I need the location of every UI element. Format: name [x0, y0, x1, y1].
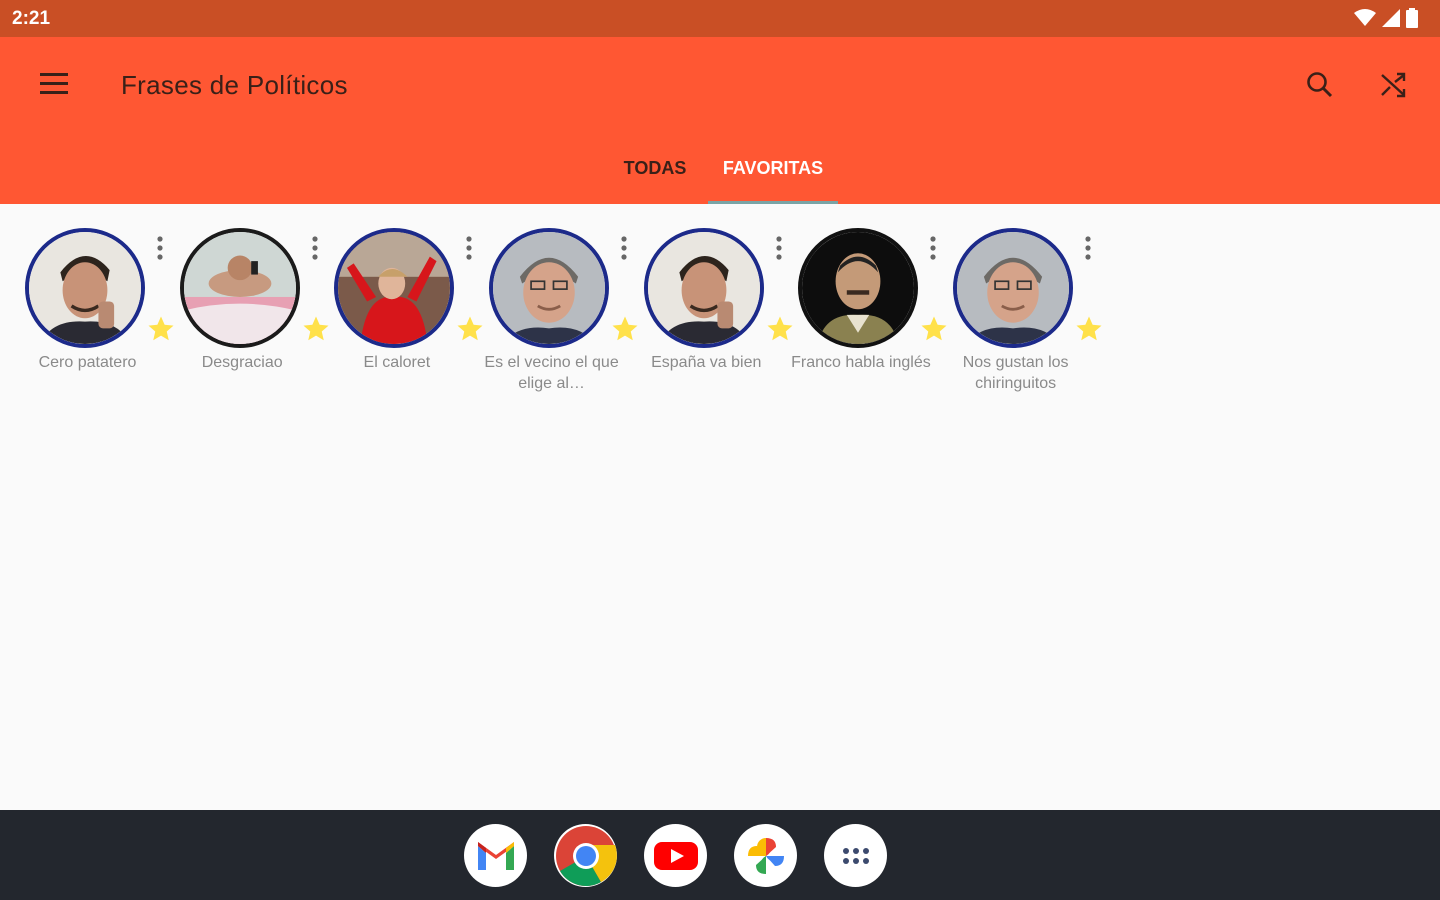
phrase-card[interactable]: Franco habla inglés: [783, 226, 947, 406]
youtube-app-button[interactable]: [644, 824, 707, 887]
phrase-label: El caloret: [363, 354, 431, 371]
photos-icon: [747, 837, 784, 874]
wifi-icon: [1354, 9, 1376, 26]
politician-avatar: [25, 228, 145, 348]
chrome-app-button[interactable]: [554, 824, 617, 887]
search-button[interactable]: [1302, 67, 1338, 103]
app-bar: Frases de Políticos TODAS FAVORITAS: [0, 37, 1440, 204]
portrait-image: [338, 232, 451, 344]
search-icon: [1307, 72, 1333, 98]
portrait-image: [647, 232, 760, 344]
phrase-label: España va bien: [651, 354, 762, 371]
shuffle-button[interactable]: [1375, 67, 1411, 103]
app-drawer-button[interactable]: [824, 824, 887, 887]
gmail-app-button[interactable]: [464, 824, 527, 887]
phrase-card[interactable]: Es el vecino el que elige al…: [474, 226, 638, 406]
shuffle-icon: [1381, 72, 1406, 98]
phrase-card[interactable]: Desgraciao: [165, 226, 329, 406]
politician-avatar: [179, 228, 300, 348]
phrase-card[interactable]: España va bien: [629, 226, 793, 406]
politician-avatar: [953, 228, 1074, 348]
status-time: 2:21: [12, 8, 51, 29]
phrase-card[interactable]: Cero patatero: [10, 226, 174, 406]
phrase-label: Desgraciao: [201, 354, 283, 371]
youtube-icon: [653, 841, 698, 870]
phrase-card[interactable]: Nos gustan los chiringuitos: [938, 226, 1102, 406]
portrait-image: [29, 232, 141, 344]
politician-avatar: [489, 228, 610, 348]
battery-icon: [1406, 8, 1418, 28]
politician-avatar: [643, 228, 764, 348]
hamburger-menu-icon: [40, 73, 68, 94]
favorites-list: Cero patatero Desgraciao El caloret Es e…: [0, 204, 1440, 810]
politician-avatar: [334, 228, 455, 348]
menu-button[interactable]: [36, 69, 72, 99]
app-title: Frases de Políticos: [121, 70, 348, 100]
tab-favoritas[interactable]: FAVORITAS: [708, 145, 838, 204]
gmail-icon: [477, 841, 514, 870]
politician-avatar: [798, 228, 919, 348]
status-icons: [1354, 8, 1418, 28]
portrait-image: [802, 232, 915, 344]
phrase-label: Nos gustan los chiringuitos: [962, 354, 1069, 392]
status-bar: 2:21: [0, 0, 1440, 37]
phrase-grid: Cero patatero Desgraciao El caloret Es e…: [10, 226, 1102, 406]
portrait-image: [957, 232, 1070, 344]
more-options-icon[interactable]: [1082, 234, 1094, 262]
app-drawer-icon: [842, 847, 869, 864]
chrome-icon: [555, 825, 617, 886]
portrait-image: [493, 232, 606, 344]
phrase-label: Franco habla inglés: [791, 354, 931, 371]
taskbar-dock: [0, 810, 1440, 900]
phrase-card[interactable]: El caloret: [319, 226, 483, 406]
tab-todas[interactable]: TODAS: [602, 145, 708, 204]
phrase-label: Cero patatero: [38, 354, 137, 371]
phrase-label: Es el vecino el que elige al…: [484, 354, 619, 392]
favorite-star-icon[interactable]: [1074, 314, 1104, 344]
signal-icon: [1382, 9, 1400, 27]
photos-app-button[interactable]: [734, 824, 797, 887]
portrait-image: [183, 232, 296, 344]
